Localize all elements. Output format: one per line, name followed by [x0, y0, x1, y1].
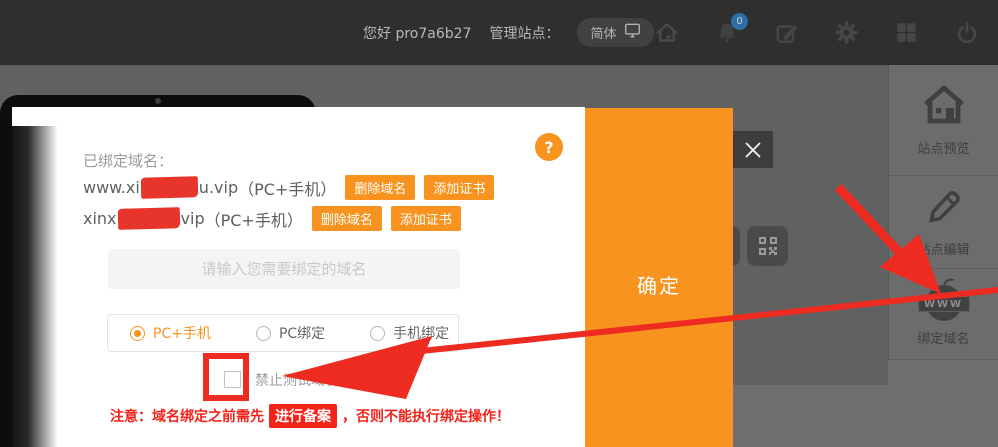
power-icon[interactable] — [953, 19, 980, 46]
domain-text: xinx — [83, 209, 117, 228]
delete-domain-button[interactable]: 删除域名 — [345, 175, 415, 200]
forbid-test-domain-checkbox[interactable] — [224, 371, 241, 388]
radio-mobile-bind[interactable]: 手机绑定 — [370, 323, 449, 343]
manage-site-label: 管理站点： — [489, 23, 559, 43]
radio-label: PC+手机 — [153, 323, 211, 343]
confirm-button[interactable]: 确定 — [585, 108, 733, 447]
domain-text: vip — [181, 209, 205, 228]
radio-pc-bind[interactable]: PC绑定 — [256, 323, 325, 343]
forbid-test-domain-label: 禁止测试域名访问 — [255, 370, 367, 390]
site-preview-house-icon — [920, 83, 968, 131]
settings-gear-icon[interactable] — [833, 19, 860, 46]
language-switch-button[interactable]: 简体 — [577, 18, 654, 47]
domain-mode-text: （PC+手机） — [238, 176, 336, 200]
red-scribble-mask — [141, 176, 199, 198]
bound-domains-title: 已绑定域名： — [83, 150, 173, 171]
notice-text-post: ，否则不能执行绑定操作！ — [342, 409, 510, 425]
greeting-text: 您好 pro7a6b27 — [363, 23, 471, 43]
dimmed-page-band — [888, 360, 998, 447]
sidebar-item-label: 站点编辑 — [917, 239, 969, 258]
confirm-button-label: 确定 — [585, 270, 733, 299]
right-sidebar: 站点预览 站点编辑 WWW 绑定域名 — [888, 65, 998, 360]
language-label: 简体 — [590, 23, 616, 42]
domain-mode-text: （PC+手机） — [205, 207, 303, 231]
radio-pc-and-mobile[interactable]: PC+手机 — [130, 323, 211, 343]
radio-circle — [256, 326, 271, 341]
site-edit-pencil-icon — [923, 186, 965, 232]
radio-circle — [370, 326, 385, 341]
radio-label: PC绑定 — [279, 323, 325, 343]
add-certificate-button[interactable]: 添加证书 — [391, 206, 461, 231]
tablet-camera-dot — [155, 98, 161, 104]
radio-circle-selected — [130, 326, 145, 341]
red-scribble-mask — [117, 207, 180, 230]
home-icon[interactable] — [653, 19, 680, 46]
bind-domain-dialog: ? 已绑定域名： www.xiu.vip（PC+手机） 删除域名 添加证书 xi… — [57, 107, 585, 447]
dialog-left-shadow — [12, 126, 58, 447]
www-band-text: WWW — [918, 296, 970, 312]
notification-count-badge: 0 — [731, 13, 748, 30]
sidebar-item-site-preview[interactable]: 站点预览 — [889, 65, 998, 176]
close-icon[interactable] — [733, 131, 773, 168]
bound-domain-row: www.xi u.vip（PC+手机） 删除域名 添加证书 — [83, 175, 494, 200]
help-icon[interactable]: ? — [535, 133, 563, 161]
top-header: 您好 pro7a6b27 管理站点： 简体 0 — [0, 0, 998, 65]
app-screen: 您好 pro7a6b27 管理站点： 简体 0 — [0, 0, 998, 447]
notice-text-pre: 注意：域名绑定之前需先 — [110, 409, 264, 425]
domain-text: www.xi — [83, 178, 140, 197]
add-certificate-button[interactable]: 添加证书 — [424, 175, 494, 200]
sidebar-item-label: 站点预览 — [917, 138, 969, 157]
bind-mode-radio-group: PC+手机 PC绑定 手机绑定 — [107, 314, 459, 352]
sidebar-item-site-edit[interactable]: 站点编辑 — [889, 176, 998, 269]
www-globe-icon: WWW — [918, 281, 970, 321]
sidebar-item-bind-domain[interactable]: WWW 绑定域名 — [889, 269, 998, 360]
sidebar-item-label: 绑定域名 — [917, 328, 969, 347]
dimmed-page-band — [733, 385, 888, 447]
domain-text: u.vip — [199, 178, 238, 197]
bound-domain-row: xinx vip（PC+手机） 删除域名 添加证书 — [83, 206, 461, 231]
apps-grid-icon[interactable] — [893, 19, 920, 46]
edit-icon[interactable] — [773, 19, 800, 46]
filing-notice: 注意：域名绑定之前需先进行备案 ，否则不能执行绑定操作！ — [110, 404, 510, 428]
monitor-icon — [624, 23, 641, 42]
domain-input[interactable] — [108, 249, 460, 289]
qr-code-icon[interactable] — [747, 226, 788, 266]
go-filing-link[interactable]: 进行备案 — [269, 404, 337, 428]
radio-label: 手机绑定 — [393, 323, 449, 343]
delete-domain-button[interactable]: 删除域名 — [312, 206, 382, 231]
notifications-bell-icon[interactable]: 0 — [713, 19, 740, 46]
